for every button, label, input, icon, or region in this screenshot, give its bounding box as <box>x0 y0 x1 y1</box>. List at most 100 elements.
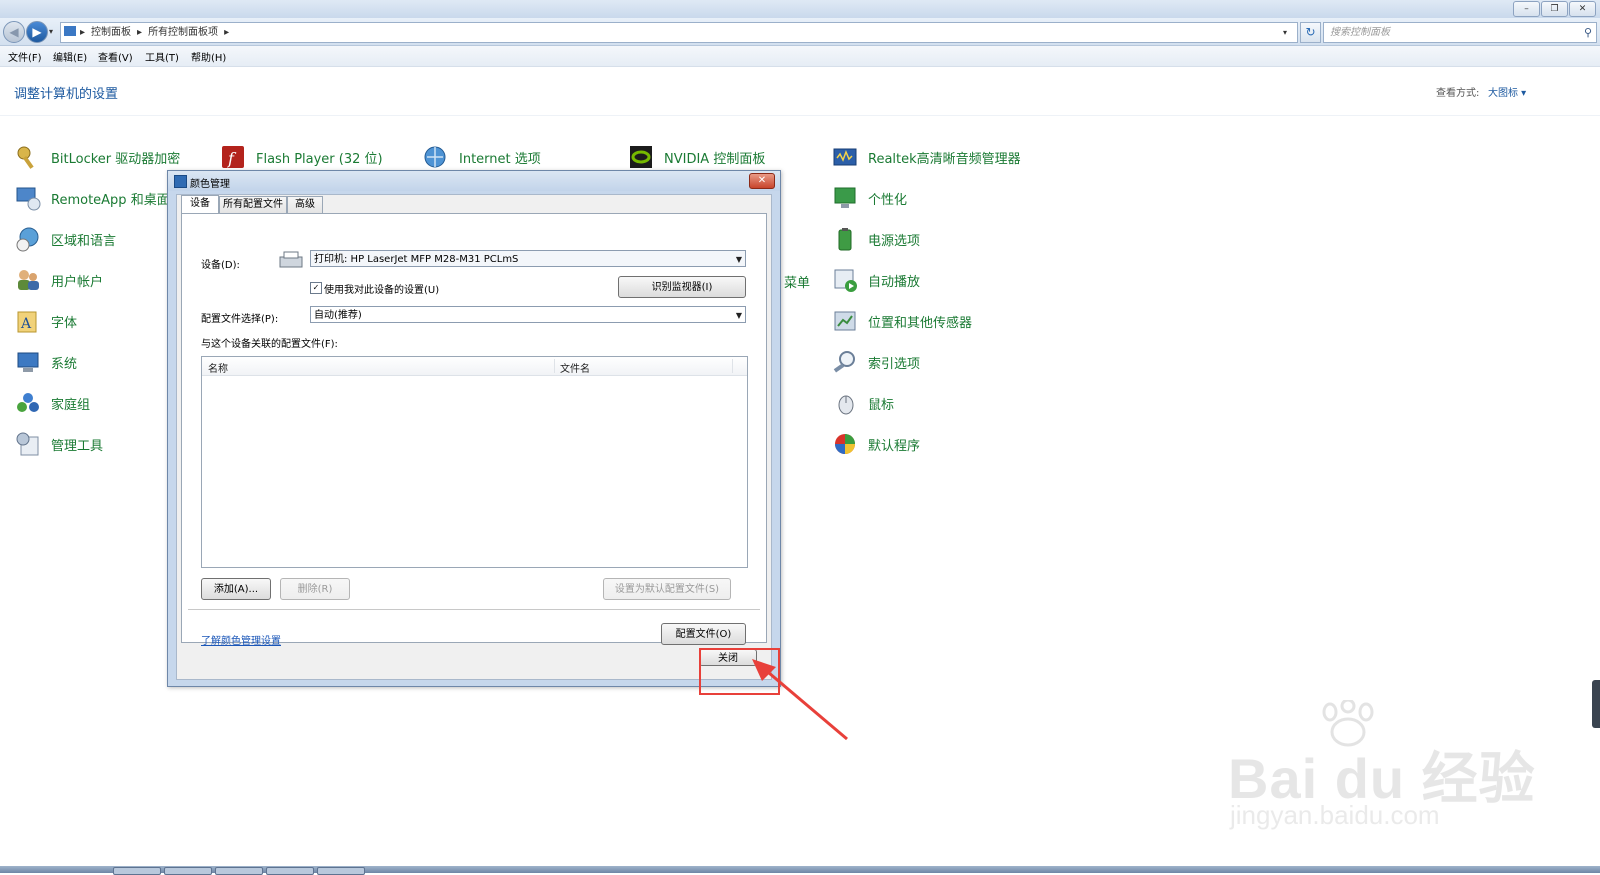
power-battery-icon <box>832 226 858 252</box>
devices-tab-panel: 设备(D): 打印机: HP LaserJet MFP M28-M31 PCLm… <box>181 213 767 647</box>
use-my-settings-label[interactable]: 使用我对此设备的设置(U) <box>324 281 439 296</box>
address-dropdown-icon[interactable]: ▾ <box>1283 23 1287 42</box>
cp-label-menu-partial[interactable]: 菜单 <box>784 272 810 291</box>
device-label: 设备(D): <box>201 260 240 271</box>
menu-edit[interactable]: 编辑(E) <box>53 49 87 64</box>
flash-icon: f <box>220 144 246 170</box>
profiles-button[interactable]: 配置文件(O) <box>661 623 746 645</box>
breadcrumb-sep: ▸ <box>137 27 143 38</box>
cp-label: 鼠标 <box>868 398 895 413</box>
profile-selection-value: 自动(推荐) <box>314 310 362 321</box>
internet-globe-icon <box>423 144 449 170</box>
control-panel-icon <box>64 26 76 36</box>
dialog-titlebar[interactable]: 颜色管理 ✕ <box>168 171 780 191</box>
column-divider[interactable] <box>554 359 555 373</box>
taskbar <box>0 866 1600 875</box>
view-by-dropdown[interactable]: 大图标 ▾ <box>1488 84 1526 99</box>
menu-bar: 文件(F) 编辑(E) 查看(V) 工具(T) 帮助(H) <box>0 46 1600 67</box>
view-by-label: 查看方式: <box>1436 88 1480 99</box>
nvidia-icon <box>628 144 654 170</box>
remoteapp-icon <box>15 185 41 211</box>
side-panel-handle[interactable] <box>1592 680 1600 728</box>
cp-label: 个性化 <box>868 193 908 208</box>
column-divider[interactable] <box>732 359 733 373</box>
breadcrumb-control-panel[interactable]: 控制面板 <box>91 27 131 38</box>
personalize-icon <box>832 185 858 211</box>
location-sensors-icon <box>832 308 858 334</box>
tab-all-profiles[interactable]: 所有配置文件 <box>219 196 287 213</box>
users-icon <box>15 267 41 293</box>
baidu-watermark: Bai du 经验 jingyan.baidu.com <box>1228 700 1558 840</box>
globe-clock-icon <box>15 226 41 252</box>
page-title: 调整计算机的设置 <box>14 87 119 102</box>
menu-file[interactable]: 文件(F) <box>8 49 42 64</box>
back-button[interactable]: ◀ <box>3 21 25 43</box>
admin-tools-icon <box>15 431 41 457</box>
color-management-dialog: 颜色管理 ✕ 设备 所有配置文件 高级 设备(D): 打印机: HP Laser… <box>167 170 781 687</box>
use-my-settings-checkbox[interactable]: ✓ <box>310 282 322 294</box>
column-header-filename[interactable]: 文件名 <box>560 360 590 375</box>
cp-label: 家庭组 <box>51 398 91 413</box>
forward-button[interactable]: ▶ <box>26 21 48 43</box>
breadcrumb-all-items[interactable]: 所有控制面板项 <box>148 27 218 38</box>
taskbar-button[interactable] <box>266 867 314 875</box>
profile-list-header: 名称 文件名 <box>202 357 747 376</box>
indexing-magnifier-icon <box>832 349 858 375</box>
system-computer-icon <box>15 349 41 375</box>
taskbar-button[interactable] <box>113 867 161 875</box>
printer-icon <box>278 250 304 270</box>
cp-label: Internet 选项 <box>459 152 541 167</box>
homegroup-icon <box>15 390 41 416</box>
cp-label: 电源选项 <box>868 234 921 249</box>
cp-label: 位置和其他传感器 <box>868 316 973 331</box>
address-input[interactable]: ▸ 控制面板 ▸ 所有控制面板项 ▸ ▾ <box>60 22 1298 43</box>
realtek-audio-icon <box>832 144 858 170</box>
breadcrumb-sep: ▸ <box>80 27 86 38</box>
dropdown-arrow-icon: ▼ <box>735 255 742 264</box>
cp-label: 用户帐户 <box>51 275 104 290</box>
cp-label: 系统 <box>51 357 78 372</box>
search-icon[interactable]: ⚲ <box>1584 23 1592 42</box>
menu-view[interactable]: 查看(V) <box>98 49 133 64</box>
maximize-button[interactable]: ❐ <box>1541 1 1568 17</box>
taskbar-button[interactable] <box>317 867 365 875</box>
forward-arrow-icon: ▶ <box>32 25 42 39</box>
associated-profiles-label: 与这个设备关联的配置文件(F): <box>201 339 338 350</box>
cp-label: Flash Player (32 位) <box>256 152 383 167</box>
profile-selection-select[interactable]: 自动(推荐) ▼ <box>310 306 746 323</box>
refresh-button[interactable]: ↻ <box>1300 22 1321 43</box>
tab-advanced[interactable]: 高级 <box>287 196 323 213</box>
dialog-close-button[interactable]: ✕ <box>749 173 775 189</box>
add-profile-button[interactable]: 添加(A)... <box>201 578 271 600</box>
fonts-folder-icon: A <box>15 308 41 334</box>
profile-list[interactable]: 名称 文件名 <box>201 356 748 568</box>
remove-profile-button[interactable]: 删除(R) <box>280 578 350 600</box>
column-header-name[interactable]: 名称 <box>208 360 228 375</box>
cp-label: 区域和语言 <box>51 234 117 249</box>
cp-label: Realtek高清晰音频管理器 <box>868 152 1021 167</box>
tab-devices[interactable]: 设备 <box>181 195 219 214</box>
set-default-profile-button[interactable]: 设置为默认配置文件(S) <box>603 578 731 600</box>
cp-label: NVIDIA 控制面板 <box>664 152 766 167</box>
search-input[interactable]: 搜索控制面板 ⚲ <box>1323 22 1597 43</box>
back-arrow-icon: ◀ <box>9 25 19 39</box>
recent-pages-dropdown-icon[interactable]: ▾ <box>49 27 53 36</box>
device-select[interactable]: 打印机: HP LaserJet MFP M28-M31 PCLmS ▼ <box>310 250 746 267</box>
mouse-icon <box>832 390 858 416</box>
cp-label: RemoteApp 和桌面 <box>51 193 170 208</box>
window-close-button[interactable]: ✕ <box>1569 1 1596 17</box>
svg-text:A: A <box>20 316 32 332</box>
watermark-url: jingyan.baidu.com <box>1230 800 1440 830</box>
minimize-button[interactable]: – <box>1513 1 1540 17</box>
menu-help[interactable]: 帮助(H) <box>191 49 226 64</box>
identify-monitors-button[interactable]: 识别监视器(I) <box>618 276 746 298</box>
learn-color-management-link[interactable]: 了解颜色管理设置 <box>201 632 281 647</box>
panel-divider <box>188 609 760 610</box>
taskbar-button[interactable] <box>215 867 263 875</box>
menu-tools[interactable]: 工具(T) <box>145 49 179 64</box>
taskbar-button[interactable] <box>164 867 212 875</box>
cp-label: 自动播放 <box>868 275 921 290</box>
search-placeholder: 搜索控制面板 <box>1330 27 1390 38</box>
content-divider <box>0 115 1600 116</box>
dialog-title: 颜色管理 <box>190 179 230 190</box>
